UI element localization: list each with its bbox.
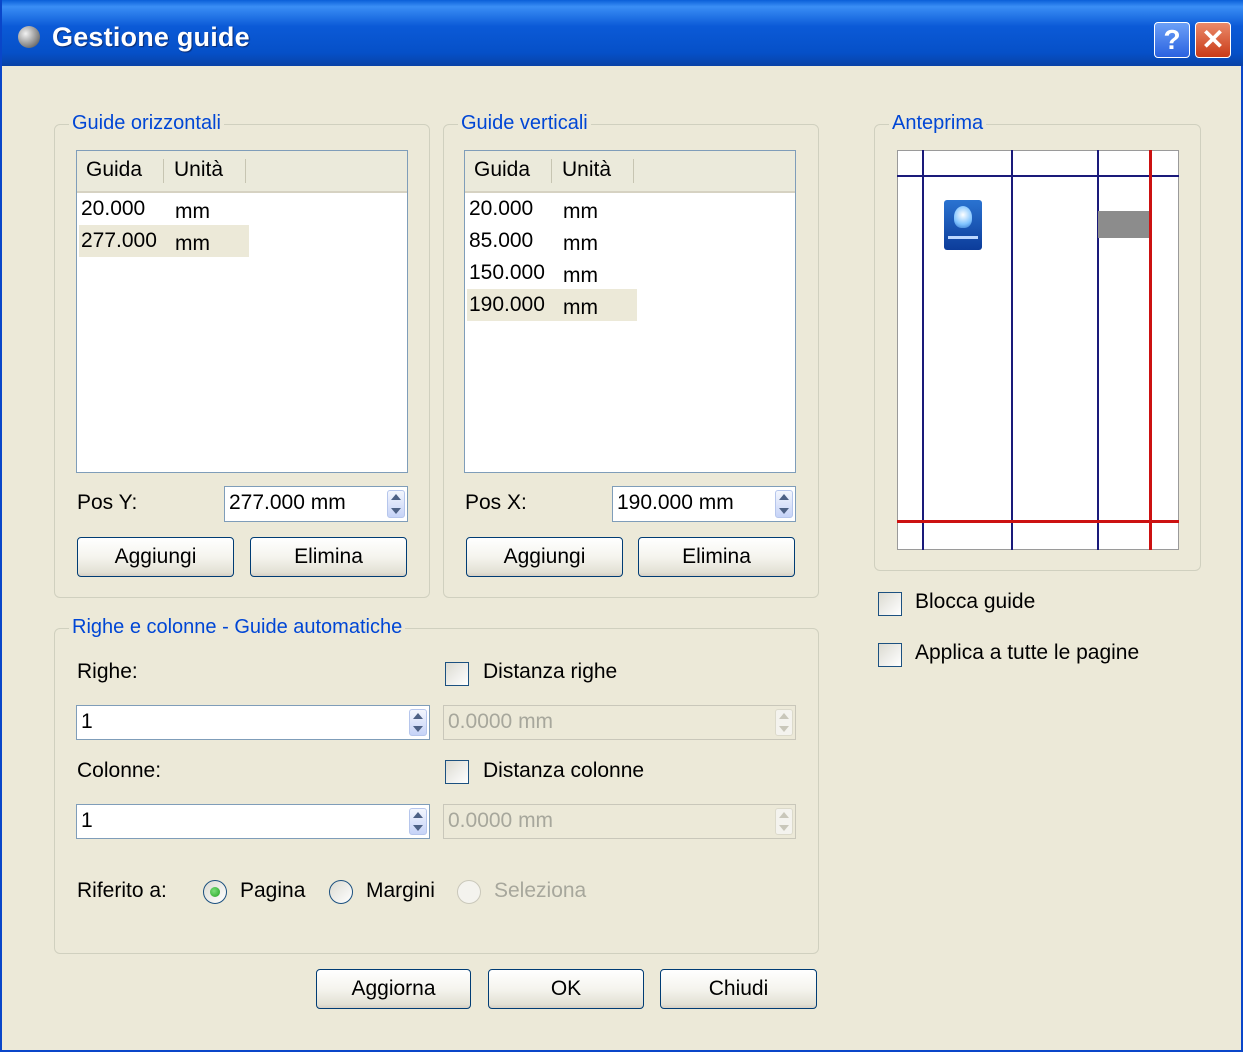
preview-guide-vertical: [1011, 150, 1013, 550]
add-vertical-guide-button[interactable]: Aggiungi: [466, 537, 623, 577]
preview-page-object: [1098, 211, 1152, 238]
spin-arrows-icon[interactable]: [409, 808, 427, 835]
close-icon: ✕: [1201, 24, 1225, 55]
preview-selected-guide-horizontal: [897, 520, 1179, 523]
list-header: Guida Unità: [77, 151, 407, 193]
row-gap-value: 0.0000 mm: [448, 710, 554, 733]
spin-arrows-icon[interactable]: [775, 709, 793, 736]
guide-value: 20.000: [469, 197, 534, 220]
refresh-button[interactable]: Aggiorna: [316, 969, 471, 1009]
guide-value: 150.000: [469, 261, 545, 284]
list-item-selected[interactable]: 190.000 mm: [467, 289, 637, 321]
window-title: Gestione guide: [52, 22, 250, 52]
question-icon: ?: [1163, 24, 1181, 55]
delete-horizontal-guide-button[interactable]: Elimina: [250, 537, 407, 577]
columns-label: Colonne:: [77, 759, 162, 782]
horizontal-guides-list[interactable]: Guida Unità 20.000 mm 277.000 mm: [76, 150, 408, 473]
horizontal-guides-legend: Guide orizzontali: [69, 112, 224, 135]
add-horizontal-guide-button[interactable]: Aggiungi: [77, 537, 234, 577]
guide-value: 277.000: [81, 229, 157, 252]
guide-unit: mm: [175, 200, 210, 223]
help-button[interactable]: ?: [1154, 22, 1190, 58]
close-window-button[interactable]: ✕: [1195, 22, 1231, 58]
guide-value: 190.000: [469, 293, 545, 316]
delete-vertical-guide-button[interactable]: Elimina: [638, 537, 795, 577]
lock-guides-label: Blocca guide: [915, 590, 1036, 613]
list-item[interactable]: 150.000 mm: [467, 257, 637, 289]
guide-unit: mm: [563, 200, 598, 223]
pos-y-stepper[interactable]: 277.000 mm: [224, 486, 408, 522]
document-image-icon: [944, 200, 982, 250]
preview-guide-horizontal: [897, 175, 1179, 177]
pos-x-stepper[interactable]: 190.000 mm: [612, 486, 796, 522]
lock-guides-checkbox[interactable]: [878, 592, 902, 616]
reference-margins-label: Margini: [366, 879, 435, 902]
guide-value: 20.000: [81, 197, 146, 220]
reference-label: Riferito a:: [77, 879, 167, 902]
preview-selected-guide-vertical: [1149, 150, 1152, 550]
column-header-guide[interactable]: Guida: [474, 158, 530, 182]
column-gap-label: Distanza colonne: [483, 759, 645, 782]
column-gap-value: 0.0000 mm: [448, 809, 554, 832]
vertical-guides-list[interactable]: Guida Unità 20.000 mm 85.000 mm 150.000 …: [464, 150, 796, 473]
list-item[interactable]: 20.000 mm: [79, 193, 249, 225]
list-item[interactable]: 85.000 mm: [467, 225, 637, 257]
guide-unit: mm: [563, 232, 598, 255]
list-item[interactable]: 20.000 mm: [467, 193, 637, 225]
row-gap-label: Distanza righe: [483, 660, 618, 683]
radio-selected-dot: [210, 887, 220, 897]
column-gap-stepper[interactable]: 0.0000 mm: [443, 804, 796, 839]
close-button[interactable]: Chiudi: [660, 969, 817, 1009]
row-gap-checkbox[interactable]: [445, 662, 469, 686]
vertical-guides-legend: Guide verticali: [458, 112, 591, 135]
preview-legend: Anteprima: [889, 112, 987, 135]
pos-y-label: Pos Y:: [77, 491, 138, 514]
column-header-unit[interactable]: Unità: [174, 158, 223, 182]
reference-selection-radio[interactable]: [457, 880, 481, 904]
reference-page-radio[interactable]: [203, 880, 227, 904]
guide-unit: mm: [563, 296, 598, 319]
guide-unit: mm: [175, 232, 210, 255]
list-header: Guida Unità: [465, 151, 795, 193]
column-header-guide[interactable]: Guida: [86, 158, 142, 182]
columns-stepper[interactable]: 1: [76, 804, 430, 839]
preview-page: [897, 150, 1179, 550]
rows-stepper[interactable]: 1: [76, 705, 430, 740]
spin-arrows-icon[interactable]: [387, 490, 405, 518]
spin-arrows-icon[interactable]: [775, 490, 793, 518]
reference-margins-radio[interactable]: [329, 880, 353, 904]
apply-all-pages-label: Applica a tutte le pagine: [915, 641, 1140, 664]
rows-label: Righe:: [77, 660, 138, 683]
rows-value: 1: [81, 710, 93, 733]
spin-arrows-icon[interactable]: [409, 709, 427, 736]
column-header-unit[interactable]: Unità: [562, 158, 611, 182]
apply-all-pages-checkbox[interactable]: [878, 643, 902, 667]
reference-page-label: Pagina: [240, 879, 306, 902]
list-item-selected[interactable]: 277.000 mm: [79, 225, 249, 257]
pos-y-value: 277.000 mm: [229, 491, 346, 514]
preview-guide-vertical: [1097, 150, 1099, 550]
reference-selection-label: Seleziona: [494, 879, 587, 902]
preview-guide-vertical: [922, 150, 924, 550]
auto-guides-group: Righe e colonne - Guide automatiche: [54, 616, 819, 954]
app-icon: [18, 26, 40, 48]
ok-button[interactable]: OK: [488, 969, 644, 1009]
dialog-window: Gestione guide ? ✕ Guide orizzontali Gui…: [0, 0, 1243, 1052]
columns-value: 1: [81, 809, 93, 832]
row-gap-stepper[interactable]: 0.0000 mm: [443, 705, 796, 740]
spin-arrows-icon[interactable]: [775, 808, 793, 835]
auto-guides-legend: Righe e colonne - Guide automatiche: [69, 616, 406, 639]
column-gap-checkbox[interactable]: [445, 760, 469, 784]
title-bar[interactable]: Gestione guide ? ✕: [2, 0, 1243, 66]
guide-value: 85.000: [469, 229, 534, 252]
guide-unit: mm: [563, 264, 598, 287]
pos-x-value: 190.000 mm: [617, 491, 734, 514]
pos-x-label: Pos X:: [465, 491, 527, 514]
